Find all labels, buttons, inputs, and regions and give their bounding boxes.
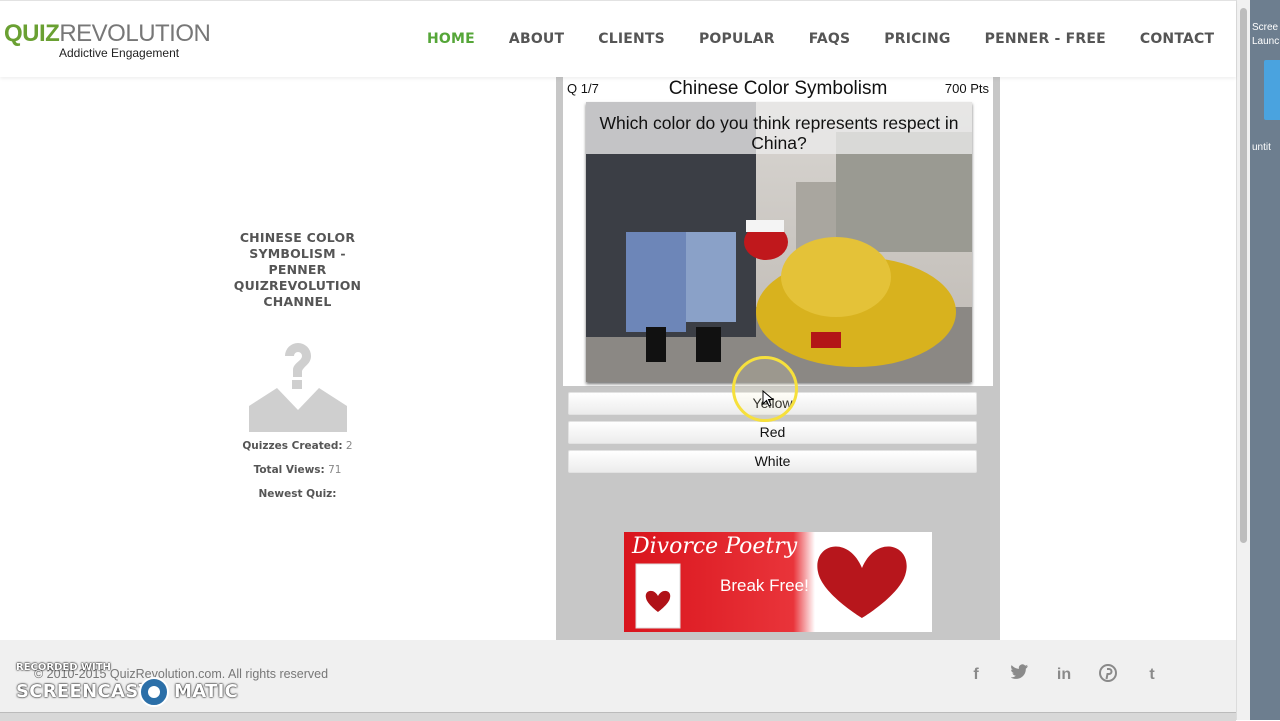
pinterest-icon[interactable] [1098,664,1118,686]
channel-panel: CHINESE COLOR SYMBOLISM - PENNER QUIZREV… [200,230,395,500]
logo-revolution-text: REVOLUTION [59,20,211,47]
scrollbar-thumb[interactable] [1240,8,1247,543]
stat-quizzes-created: Quizzes Created: 2 [242,440,353,452]
channel-title[interactable]: CHINESE COLOR SYMBOLISM - PENNER QUIZREV… [200,230,395,310]
quiz-panel: Chinese Color Symbolism Q 1/7 700 Pts Wh… [556,76,1000,640]
nav-clients[interactable]: CLIENTS [598,31,665,47]
main-nav: HOME ABOUT CLIENTS POPULAR FAQS PRICING … [410,31,1231,47]
nav-pricing[interactable]: PRICING [884,31,950,47]
quiz-title: Chinese Color Symbolism [668,78,888,99]
social-links: f in t [966,664,1186,686]
logo-tagline: Addictive Engagement [59,46,180,60]
twitter-icon[interactable] [1010,664,1030,686]
stat-newest-quiz: Newest Quiz: [258,488,337,500]
ad-subtitle: Break Free! [720,576,809,595]
logo-quiz-text: QUIZ [4,20,60,47]
watermark-line1: RECORDED WITH [16,662,111,673]
desktop-file-icon[interactable] [1264,60,1280,120]
nav-contact[interactable]: CONTACT [1140,31,1214,47]
nav-penner-free[interactable]: PENNER - FREE [985,31,1106,47]
desktop-label: untit [1252,142,1271,153]
site-footer: © 2010-2015 QuizRevolution.com. All righ… [0,640,1236,720]
stat-total-views: Total Views: 71 [253,464,342,476]
user-placeholder-icon [248,343,347,432]
desktop-background: Scree Launc untit [1250,0,1280,720]
facebook-icon[interactable]: f [966,664,986,686]
nav-about[interactable]: ABOUT [509,31,564,47]
site-logo[interactable]: QUIZREVOLUTION Addictive Engagement [4,20,211,61]
site-header: QUIZREVOLUTION Addictive Engagement HOME… [0,0,1236,77]
screencast-logo-icon [139,677,169,707]
answer-option-white[interactable]: White [568,450,977,473]
page-scrollbar[interactable] [1236,0,1251,720]
question-text: Which color do you think represents resp… [586,102,972,154]
answer-list: Yellow Red White [568,392,977,479]
desktop-label: Scree [1252,22,1279,33]
ad-banner[interactable]: Divorce Poetry Break Free! [624,532,932,632]
ad-title: Divorce Poetry [632,534,798,559]
watermark-line2a: SCREENCAST [16,681,152,702]
desktop-label: Launc [1252,36,1280,47]
tumblr-icon[interactable]: t [1142,664,1162,686]
quiz-card: Chinese Color Symbolism Q 1/7 700 Pts Wh… [563,76,993,386]
question-image: Which color do you think represents resp… [586,102,972,382]
quiz-points: 700 Pts [944,81,989,96]
question-progress: Q 1/7 [567,81,599,96]
watermark-line2b: MATIC [174,681,239,702]
answer-option-red[interactable]: Red [568,421,977,444]
linkedin-icon[interactable]: in [1054,664,1074,686]
nav-popular[interactable]: POPULAR [699,31,775,47]
answer-option-yellow[interactable]: Yellow [568,392,977,415]
nav-faqs[interactable]: FAQS [809,31,851,47]
nav-home[interactable]: HOME [427,31,475,47]
